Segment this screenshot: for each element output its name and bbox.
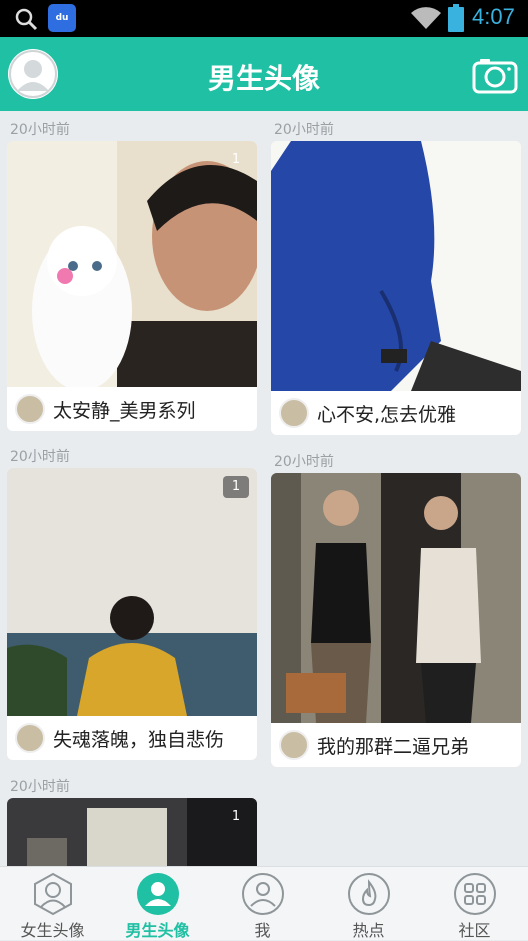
- post-card-body[interactable]: 心不安,怎去优雅: [271, 141, 521, 435]
- grid-icon: [454, 873, 496, 915]
- camera-icon[interactable]: [472, 56, 518, 94]
- app-header: 男生头像: [0, 37, 528, 111]
- female-avatar-icon: [34, 872, 72, 916]
- clock-time: 4:07: [472, 4, 515, 29]
- post-time: 20小时前: [274, 122, 334, 138]
- bottom-tab-bar: 女生头像 男生头像 我 热点 社区: [0, 866, 528, 940]
- post-time: 20小时前: [10, 449, 70, 465]
- tab-label: 女生头像: [20, 921, 85, 940]
- post-card[interactable]: 20小时前 我的那群二逼兄弟: [271, 451, 521, 767]
- post-card-body[interactable]: 1 失魂落魄，独自悲伤: [7, 468, 257, 760]
- post-title: 失魂落魄，独自悲伤: [53, 728, 225, 751]
- post-footer: 失魂落魄，独自悲伤: [7, 716, 257, 760]
- photo-man-facing-sea: [7, 468, 257, 716]
- post-card-body[interactable]: 我的那群二逼兄弟: [271, 473, 521, 767]
- post-image[interactable]: 1: [7, 798, 257, 866]
- post-image[interactable]: 1: [7, 468, 257, 716]
- photo-two-men: [271, 473, 521, 723]
- post-footer: 心不安,怎去优雅: [271, 391, 521, 435]
- status-bar: du 4:07: [0, 0, 528, 37]
- post-image[interactable]: [271, 141, 521, 391]
- illustration-blue-shirt: [271, 141, 521, 391]
- post-card[interactable]: 20小时前 1 太安静_美男系列: [7, 119, 257, 431]
- post-card-body[interactable]: 1 太安静_美男系列: [7, 141, 257, 431]
- post-footer: 太安静_美男系列: [7, 387, 257, 431]
- tab-label: 我: [254, 921, 271, 940]
- reply-count: 1: [223, 476, 249, 498]
- post-feed[interactable]: 20小时前 1 太安静_美男系列 20小时前 心不安,怎去优雅 20小时前 1 …: [0, 111, 528, 866]
- post-card[interactable]: 20小时前 1: [7, 776, 257, 866]
- post-card[interactable]: 20小时前 1 失魂落魄，独自悲伤: [7, 446, 257, 760]
- post-title: 我的那群二逼兄弟: [317, 735, 470, 758]
- wifi-icon: [411, 7, 441, 29]
- tab-label: 男生头像: [125, 921, 190, 940]
- tab-female-avatar[interactable]: 女生头像: [0, 867, 105, 941]
- post-card[interactable]: 20小时前 心不安,怎去优雅: [271, 119, 521, 435]
- post-time: 20小时前: [10, 122, 70, 138]
- post-footer: 我的那群二逼兄弟: [271, 723, 521, 767]
- tab-label: 社区: [458, 921, 491, 940]
- post-title: 心不安,怎去优雅: [317, 403, 457, 426]
- male-avatar-icon: [137, 873, 179, 915]
- search-icon: [15, 8, 38, 31]
- author-avatar[interactable]: [279, 730, 309, 760]
- author-avatar[interactable]: [15, 723, 45, 753]
- tab-label: 热点: [352, 921, 385, 940]
- post-image[interactable]: [271, 473, 521, 723]
- photo-street-scene: [7, 798, 257, 866]
- tab-male-avatar[interactable]: 男生头像: [105, 867, 210, 941]
- post-time: 20小时前: [10, 779, 70, 795]
- tab-me[interactable]: 我: [210, 867, 315, 941]
- reply-count: 1: [231, 809, 241, 824]
- page-title: 男生头像: [207, 62, 320, 95]
- post-time: 20小时前: [274, 454, 334, 470]
- battery-icon: [448, 4, 464, 32]
- photo-boy-with-cat: [7, 141, 257, 391]
- flame-icon: [348, 873, 390, 915]
- person-icon: [242, 873, 284, 915]
- tab-hot[interactable]: 热点: [316, 867, 421, 941]
- author-avatar[interactable]: [15, 394, 45, 424]
- post-image[interactable]: 1: [7, 141, 257, 391]
- post-title: 太安静_美男系列: [53, 399, 196, 422]
- baidu-app-icon: du: [48, 4, 76, 32]
- reply-count: 1: [231, 152, 241, 167]
- tab-community[interactable]: 社区: [422, 867, 527, 941]
- post-card-body[interactable]: 1: [7, 798, 257, 866]
- author-avatar[interactable]: [279, 398, 309, 428]
